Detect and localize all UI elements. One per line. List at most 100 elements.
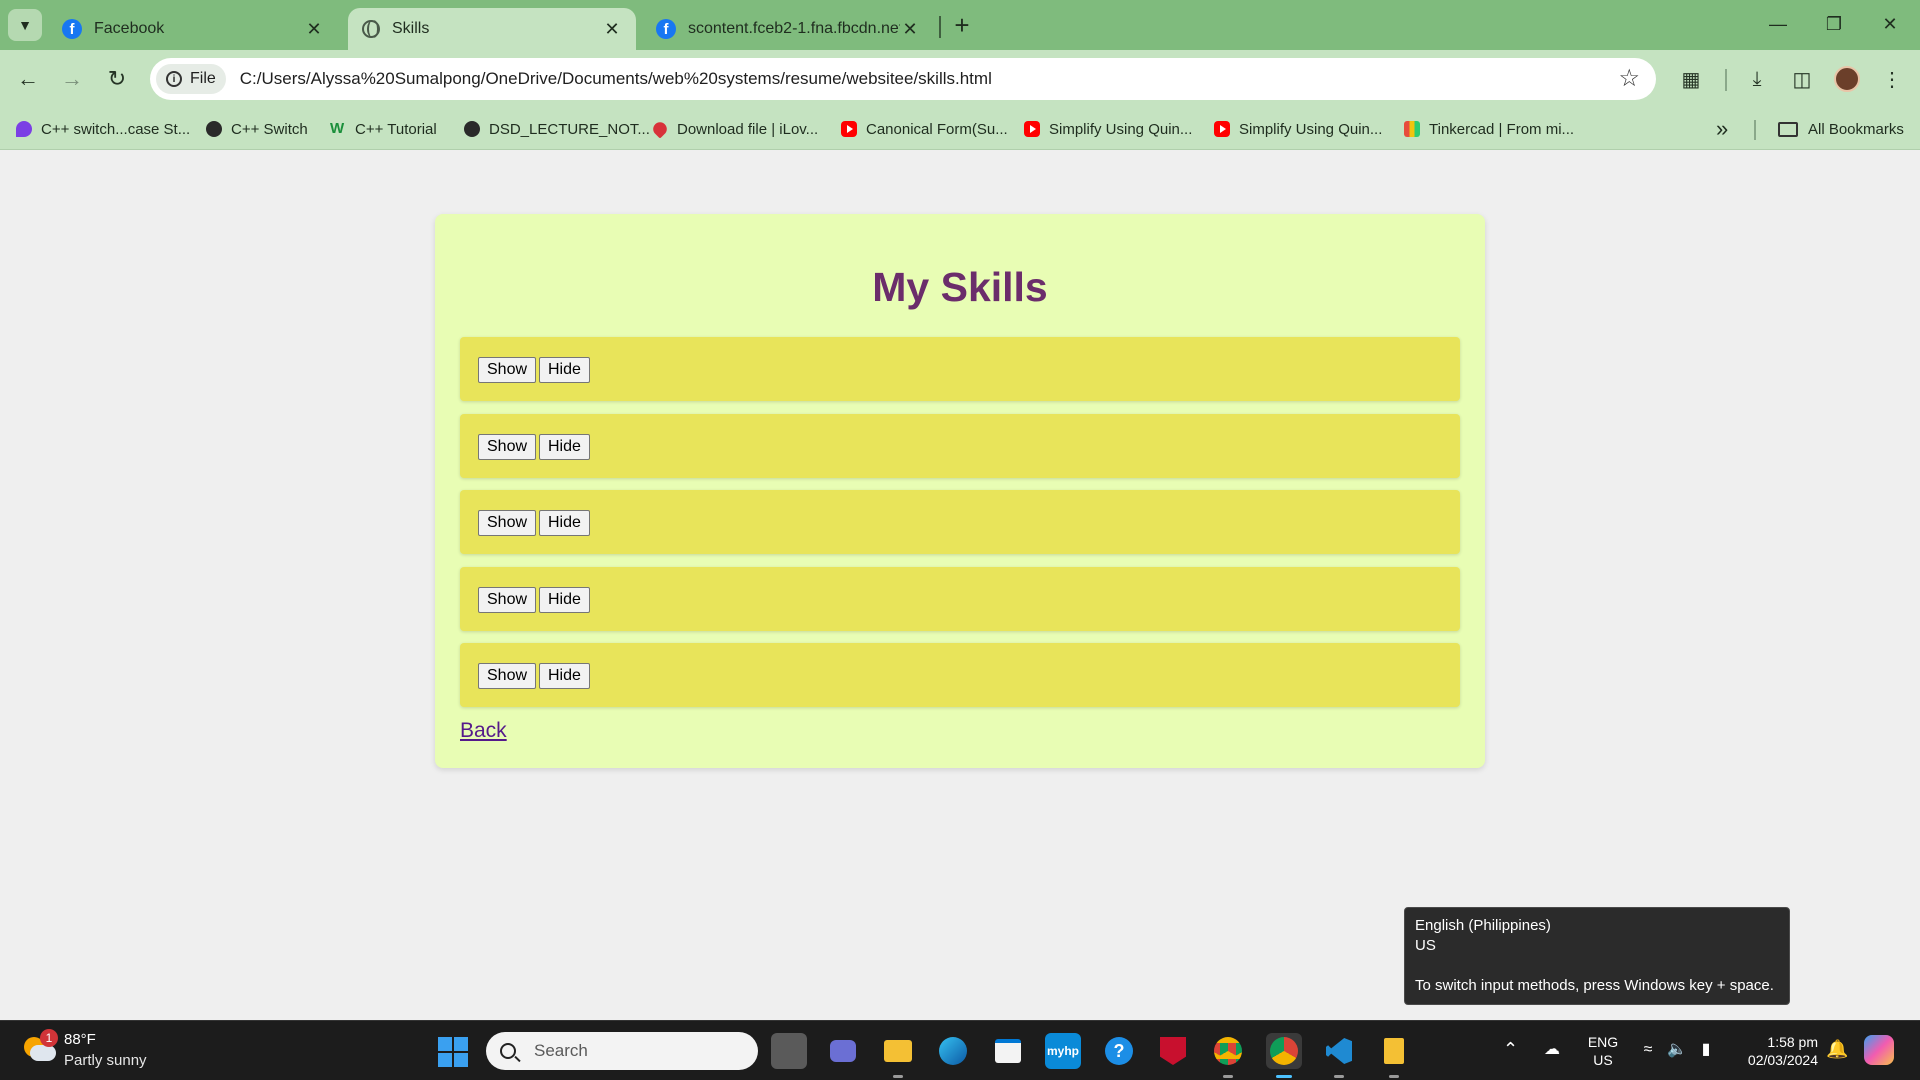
side-panel-icon[interactable]: ◫ xyxy=(1786,63,1818,95)
language-indicator[interactable]: ENG US xyxy=(1580,1033,1626,1069)
bookmark-item[interactable]: Canonical Form(Su... xyxy=(841,116,1008,142)
youtube-icon xyxy=(841,121,857,137)
bookmark-label: C++ Tutorial xyxy=(355,120,437,138)
chrome-profile-icon[interactable] xyxy=(1266,1033,1302,1078)
bookmark-item[interactable]: Download file | iLov... xyxy=(650,116,819,142)
tab-facebook[interactable]: f Facebook ✕ xyxy=(48,8,338,50)
site-info-chip[interactable]: i File xyxy=(156,64,226,94)
myhp-icon[interactable]: myhp xyxy=(1045,1033,1081,1069)
menu-icon[interactable]: ⋮ xyxy=(1876,63,1908,95)
windows-start-icon[interactable] xyxy=(438,1037,468,1067)
close-icon[interactable]: ✕ xyxy=(602,19,622,40)
tab-fbcdn[interactable]: f scontent.fceb2-1.fna.fbcdn.net/ ✕ xyxy=(642,8,934,50)
onedrive-icon[interactable]: ☁ xyxy=(1541,1039,1563,1061)
tab-skills[interactable]: Skills ✕ xyxy=(348,8,636,50)
language-code: ENG xyxy=(1587,1034,1619,1050)
arrow-left-icon: ← xyxy=(17,66,39,91)
hide-button[interactable]: Hide xyxy=(539,663,590,689)
chevron-down-icon: ▼ xyxy=(18,17,32,33)
globe-icon xyxy=(206,121,222,137)
bookmark-label: DSD_LECTURE_NOT... xyxy=(489,120,650,138)
search-placeholder: Search xyxy=(534,1041,588,1060)
vscode-icon[interactable] xyxy=(1321,1033,1357,1078)
back-link[interactable]: Back xyxy=(460,719,507,743)
w3schools-icon: W xyxy=(330,120,345,137)
new-tab-button[interactable]: + xyxy=(946,9,978,41)
close-icon[interactable]: ✕ xyxy=(304,19,324,40)
tab-search-button[interactable]: ▼ xyxy=(8,9,42,41)
search-icon xyxy=(500,1043,516,1059)
bookmark-item[interactable]: Simplify Using Quin... xyxy=(1214,116,1382,142)
close-icon[interactable]: ✕ xyxy=(900,19,920,40)
address-bar[interactable]: i File C:/Users/Alyssa%20Sumalpong/OneDr… xyxy=(150,58,1656,100)
speaker-icon[interactable]: 🔈 xyxy=(1666,1039,1688,1061)
tinkercad-icon xyxy=(1404,121,1420,137)
hide-button[interactable]: Hide xyxy=(539,510,590,536)
notification-bell-icon[interactable]: 🔔 xyxy=(1826,1039,1848,1060)
file-explorer-icon[interactable] xyxy=(880,1033,916,1078)
bookmark-label: Tinkercad | From mi... xyxy=(1429,120,1575,138)
bookmark-label: C++ Switch xyxy=(231,120,308,138)
edge-icon[interactable] xyxy=(935,1033,971,1069)
bookmark-item[interactable]: C++ Switch xyxy=(206,116,308,142)
task-view-icon[interactable] xyxy=(771,1033,807,1069)
all-bookmarks-button[interactable]: All Bookmarks xyxy=(1778,116,1904,142)
chrome-icon[interactable] xyxy=(1210,1033,1246,1078)
show-button[interactable]: Show xyxy=(478,663,537,689)
battery-icon[interactable]: ▮ xyxy=(1695,1039,1717,1061)
bookmark-item[interactable]: W C++ Tutorial xyxy=(330,116,437,142)
wifi-icon[interactable]: ≈ xyxy=(1637,1039,1659,1061)
toolbar-divider xyxy=(1725,69,1727,91)
skills-card: My Skills Show Hide Show Hide Show Hide … xyxy=(435,214,1485,768)
hide-button[interactable]: Hide xyxy=(539,434,590,460)
reload-button[interactable]: ↻ xyxy=(101,63,133,95)
bookmark-label: Simplify Using Quin... xyxy=(1049,120,1193,138)
bookmark-item[interactable]: DSD_LECTURE_NOT... xyxy=(464,116,650,142)
bookmark-label: Canonical Form(Su... xyxy=(866,120,1008,138)
hide-button[interactable]: Hide xyxy=(539,587,590,613)
profile-avatar[interactable] xyxy=(1834,66,1860,92)
bookmark-item[interactable]: Tinkercad | From mi... xyxy=(1404,116,1574,142)
clock-date: 02/03/2024 xyxy=(1747,1052,1818,1068)
page-title: My Skills xyxy=(872,264,1048,310)
double-chevron-icon[interactable]: » xyxy=(1716,116,1728,142)
tooltip-language: English (Philippines) xyxy=(1415,917,1551,934)
skill-row: Show Hide xyxy=(460,414,1460,478)
mcafee-icon[interactable] xyxy=(1155,1033,1191,1069)
purple-p-icon xyxy=(16,121,32,137)
microsoft-store-icon[interactable] xyxy=(990,1033,1026,1069)
tab-title: Skills xyxy=(392,20,430,37)
help-icon[interactable]: ? xyxy=(1101,1033,1137,1069)
forward-button[interactable]: → xyxy=(56,63,88,95)
file-manager-icon[interactable] xyxy=(1376,1033,1412,1078)
taskbar-search[interactable]: Search xyxy=(486,1032,758,1070)
show-button[interactable]: Show xyxy=(478,587,537,613)
teams-chat-icon[interactable] xyxy=(825,1033,861,1069)
extensions-icon[interactable]: ▦ xyxy=(1675,63,1707,95)
download-icon[interactable]: ⤓ xyxy=(1741,63,1773,95)
show-button[interactable]: Show xyxy=(478,510,537,536)
bookmark-star-icon[interactable]: ☆ xyxy=(1618,64,1640,93)
bookmark-item[interactable]: C++ switch...case St... xyxy=(16,116,190,142)
show-button[interactable]: Show xyxy=(478,357,537,383)
input-method-tooltip: English (Philippines) US To switch input… xyxy=(1404,907,1790,1005)
restore-button[interactable]: ❐ xyxy=(1814,8,1854,40)
close-window-button[interactable]: ✕ xyxy=(1870,8,1910,40)
back-button[interactable]: ← xyxy=(12,63,44,95)
globe-icon xyxy=(464,121,480,137)
scheme-label: File xyxy=(190,70,216,87)
bookmark-label: Download file | iLov... xyxy=(677,120,819,138)
show-button[interactable]: Show xyxy=(478,434,537,460)
clock[interactable]: 1:58 pm 02/03/2024 xyxy=(1730,1033,1818,1069)
windows-taskbar: 1 88°F Partly sunny Search myhp ? ⌃ ☁ EN… xyxy=(0,1020,1920,1080)
skill-row: Show Hide xyxy=(460,337,1460,401)
bookmark-item[interactable]: Simplify Using Quin... xyxy=(1024,116,1192,142)
hide-button[interactable]: Hide xyxy=(539,357,590,383)
folder-icon xyxy=(1778,121,1798,137)
url-text[interactable]: C:/Users/Alyssa%20Sumalpong/OneDrive/Doc… xyxy=(240,69,992,89)
info-icon: i xyxy=(166,71,182,87)
chevron-up-icon[interactable]: ⌃ xyxy=(1503,1039,1518,1060)
bookmark-label: C++ switch...case St... xyxy=(41,120,191,138)
copilot-icon[interactable] xyxy=(1864,1035,1894,1065)
minimize-button[interactable]: — xyxy=(1758,8,1798,40)
